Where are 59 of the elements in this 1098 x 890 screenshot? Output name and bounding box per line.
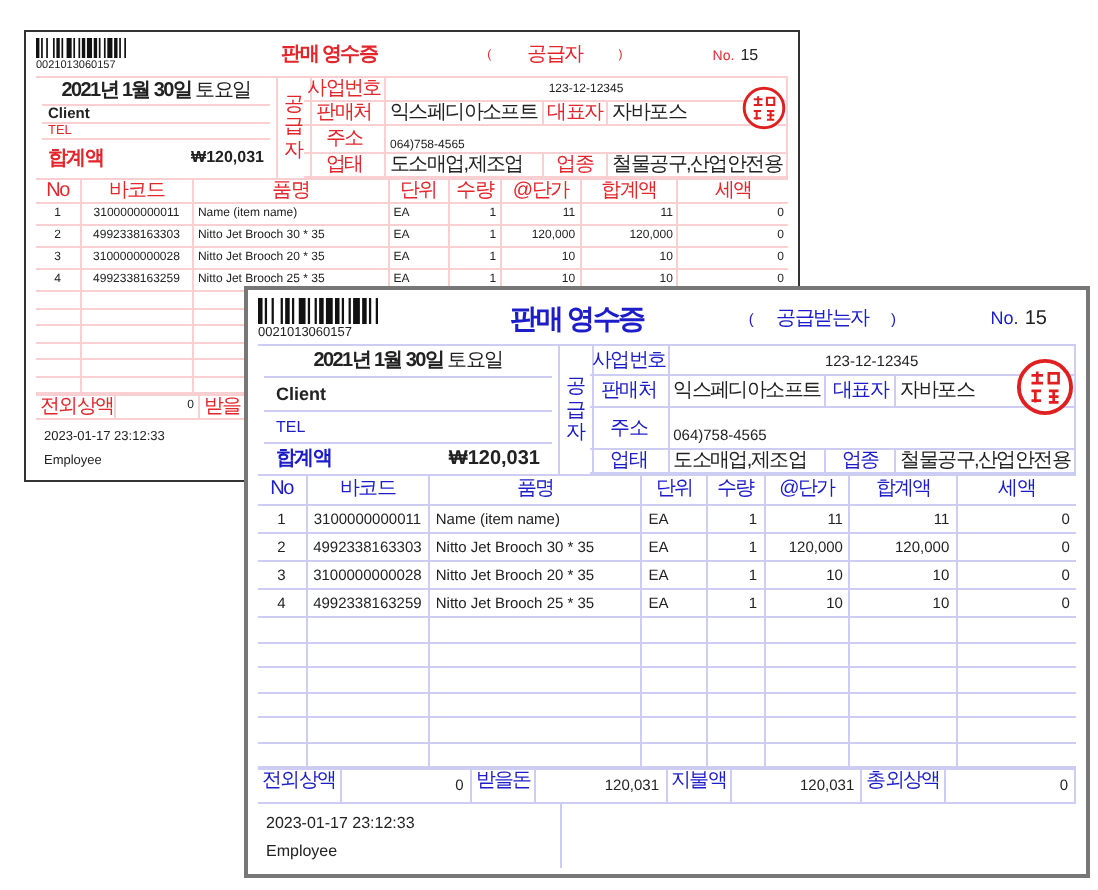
total-amount: ₩120,031 [448,448,540,471]
supplier-label: 공급자 [566,376,586,446]
total-amount: ₩120,031 [191,150,264,169]
field-label: 주소 [590,408,670,451]
column-header: @단가 [765,476,851,505]
summary-label: 총외상액 [862,770,946,802]
receipt-title: 판매 영수증 [279,44,380,66]
field-label: 업종 [826,450,897,475]
column-header: 세액 [996,476,1037,505]
column-header: 합계액 [581,180,679,202]
client-name: Client [264,378,552,413]
column-header: No [36,180,82,202]
total-label: 합계액 [48,148,104,171]
receipt-number: 15 [740,46,759,64]
field-label: 주소 [304,126,386,154]
column-header: 단위 [642,476,708,505]
column-header: 품명 [193,180,390,202]
field-label: 대표자 [543,102,609,126]
total-label: 합계액 [276,448,332,471]
column-header: 바코드 [307,476,430,505]
field-label: 대표자 [826,376,897,409]
tel-label: TEL [264,412,552,445]
business-category: 철물공구,산업안전용 [896,450,1076,475]
field-label: 사업번호 [304,78,386,102]
number-label: No. [990,308,1019,329]
column-header: 단위 [389,180,450,202]
party-label: 공급자 [527,44,583,66]
receipt-title: 판매 영수증 [507,304,647,335]
column-header: 세액 [712,180,754,202]
column-header: No [258,476,308,505]
column-header: 품명 [429,476,643,505]
field-label: 판매처 [304,102,386,126]
column-header: 바코드 [81,180,194,202]
receipt-date: 2021년 1월 30일 토요일 [264,346,552,379]
summary-label: 지불액 [667,770,733,802]
column-header: @단가 [502,180,582,202]
business-type: 도소매업,제조업 [669,450,827,475]
summary-label: 전외상액 [36,396,116,418]
employee-name: Employee [266,841,340,859]
field-label: 업태 [590,450,670,475]
field-label: 사업번호 [590,346,670,377]
supplier-label: 공급자 [284,93,304,163]
business-category: 철물공구,산업안전용 [608,154,788,178]
receipt-date: 2021년 1월 30일 토요일 [42,78,270,106]
business-type: 도소매업,제조업 [386,154,544,178]
timestamp: 2023-01-17 23:12:33 [266,813,417,831]
column-header: 합계액 [850,476,958,505]
summary-label: 받을 [202,396,243,418]
column-header: 수량 [707,476,766,505]
summary-label: 받을돈 [471,770,537,802]
field-label: 업종 [543,154,609,178]
seller-name: 익스페디아소프트 [669,376,827,409]
field-label: 판매처 [590,376,670,409]
party-label: 공급받는자 [776,308,869,331]
receipt-number: 15 [1024,308,1047,331]
seller-name: 익스페디아소프트 [386,102,544,126]
column-header: 수량 [449,180,503,202]
field-label: 업태 [304,154,386,178]
summary-label: 전외상액 [258,770,342,802]
